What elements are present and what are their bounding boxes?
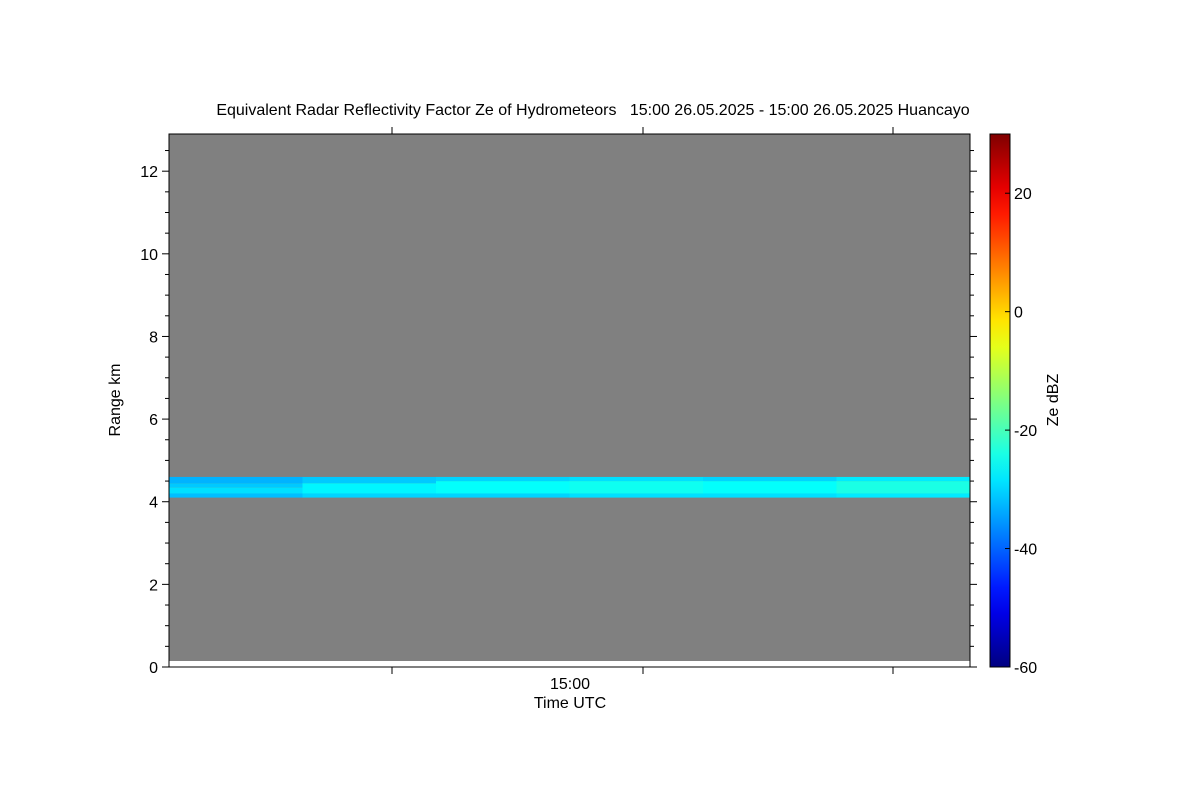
- colorbar-tick-label: -40: [1014, 542, 1037, 559]
- heatmap-cell: [703, 493, 837, 498]
- plot-empty-strip: [169, 661, 970, 667]
- heatmap-cell: [302, 493, 437, 498]
- heatmap-cell: [436, 481, 570, 494]
- heatmap-cell: [436, 476, 570, 482]
- heatmap-cell: [836, 481, 971, 494]
- colorbar-tick-label: 20: [1014, 186, 1032, 203]
- chart-title: Equivalent Radar Reflectivity Factor Ze …: [216, 102, 969, 119]
- heatmap-cell: [169, 483, 303, 488]
- plot-background: [169, 134, 970, 661]
- y-tick-label: 8: [149, 329, 158, 346]
- heatmap-cell: [836, 493, 971, 498]
- heatmap-cell: [703, 476, 837, 482]
- heatmap-cell: [302, 483, 437, 494]
- colorbar-label: Ze dBZ: [1045, 374, 1062, 427]
- colorbar-tick-label: -20: [1014, 423, 1037, 440]
- y-axis-label: Range km: [107, 364, 124, 437]
- heatmap-cell: [569, 476, 704, 482]
- plot-area: [169, 134, 970, 667]
- y-tick-label: 6: [149, 412, 158, 429]
- heatmap-cell: [302, 476, 437, 484]
- heatmap-cell: [436, 493, 570, 498]
- heatmap-cell: [169, 493, 303, 498]
- heatmap-cell: [169, 487, 303, 494]
- y-tick-label: 12: [140, 164, 158, 181]
- y-tick-label: 2: [149, 577, 158, 594]
- colorbar-gradient: [989, 133, 1011, 668]
- colorbar-tick-label: -60: [1014, 660, 1037, 677]
- chart-root: Equivalent Radar Reflectivity Factor Ze …: [107, 102, 1062, 712]
- colorbar-tick-label: 0: [1014, 305, 1023, 322]
- heatmap-cell: [703, 481, 837, 494]
- heatmap-cell: [169, 476, 303, 484]
- x-axis-label: Time UTC: [534, 695, 606, 712]
- heatmap-cell: [836, 476, 971, 482]
- x-tick-label: 15:00: [550, 676, 590, 693]
- heatmap-cells: [169, 476, 971, 498]
- y-tick-label: 0: [149, 660, 158, 677]
- heatmap-cell: [569, 493, 704, 498]
- colorbar: -60 -40 -20 0 20: [989, 133, 1037, 677]
- heatmap-cell: [569, 481, 704, 494]
- y-tick-label: 4: [149, 495, 158, 512]
- y-tick-label: 10: [140, 247, 158, 264]
